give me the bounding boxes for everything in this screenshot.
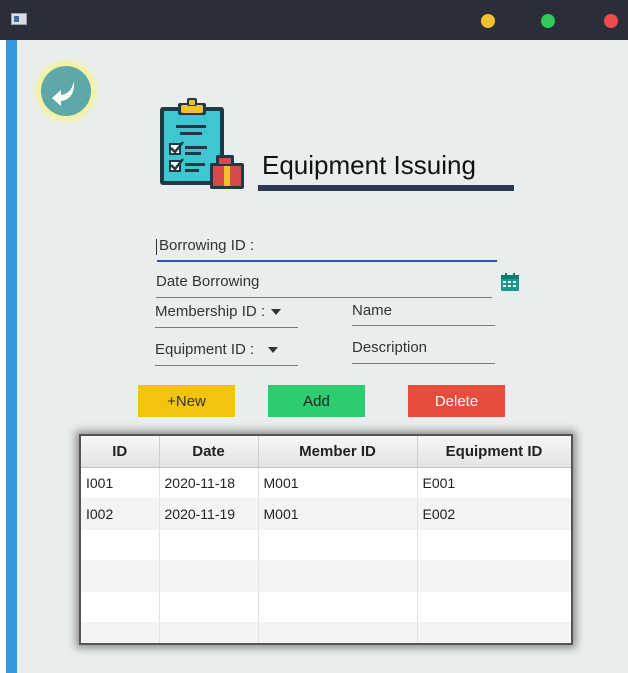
cell-date <box>159 591 259 623</box>
name-underline <box>352 325 495 326</box>
cell-date <box>159 622 259 643</box>
dropdown-arrow-icon <box>271 309 282 316</box>
name-field[interactable]: Name <box>352 302 495 328</box>
cell-id <box>81 529 160 561</box>
table-row[interactable] <box>81 529 571 561</box>
cell-date: 2020-11-19 <box>159 498 259 530</box>
borrowing-id-underline <box>157 260 497 262</box>
back-button[interactable] <box>41 66 91 116</box>
date-borrowing-field[interactable]: Date Borrowing <box>156 273 492 299</box>
cell-member-id: M001 <box>258 467 418 499</box>
column-header-member-id[interactable]: Member ID <box>258 436 418 468</box>
description-field[interactable]: Description <box>352 339 495 365</box>
table-row[interactable] <box>81 560 571 592</box>
date-borrowing-label: Date Borrowing <box>156 273 260 290</box>
title-bar <box>0 0 628 40</box>
close-button[interactable] <box>604 14 618 28</box>
membership-id-select[interactable]: Membership ID : <box>155 303 298 329</box>
issuing-table[interactable]: ID Date Member ID Equipment ID I001 2020… <box>79 434 573 645</box>
column-header-id[interactable]: ID <box>81 436 160 468</box>
cell-equipment-id: E001 <box>417 467 571 499</box>
text-caret <box>156 239 157 255</box>
column-header-equipment-id[interactable]: Equipment ID <box>417 436 571 468</box>
membership-id-underline <box>155 327 298 328</box>
side-accent-strip <box>6 40 17 673</box>
equipment-id-select[interactable]: Equipment ID : <box>155 341 298 367</box>
borrowing-id-label: Borrowing ID : <box>159 237 255 254</box>
borrowing-id-field[interactable]: Borrowing ID : <box>156 237 497 263</box>
column-header-date[interactable]: Date <box>159 436 259 468</box>
cell-id <box>81 622 160 643</box>
app-icon <box>11 13 27 25</box>
date-borrowing-underline <box>156 297 492 298</box>
cell-date: 2020-11-18 <box>159 467 259 499</box>
title-underline <box>258 185 514 191</box>
minimize-button[interactable] <box>481 14 495 28</box>
cell-member-id: M001 <box>258 498 418 530</box>
cell-id <box>81 560 160 592</box>
cell-member-id <box>258 591 418 623</box>
delete-button[interactable]: Delete <box>408 385 505 417</box>
page-title: Equipment Issuing <box>262 150 476 180</box>
table-row[interactable]: I002 2020-11-19 M001 E002 <box>81 498 571 530</box>
equipment-id-underline <box>155 365 298 366</box>
name-label: Name <box>352 302 393 319</box>
cell-member-id <box>258 560 418 592</box>
equipment-id-label: Equipment ID : <box>155 341 255 358</box>
table-row[interactable] <box>81 622 571 643</box>
cell-date <box>159 560 259 592</box>
cell-equipment-id <box>417 591 571 623</box>
description-underline <box>352 363 495 364</box>
cell-member-id <box>258 622 418 643</box>
table-row[interactable]: I001 2020-11-18 M001 E001 <box>81 467 571 499</box>
cell-date <box>159 529 259 561</box>
cell-equipment-id <box>417 622 571 643</box>
dropdown-arrow-icon <box>268 347 279 354</box>
calendar-icon[interactable] <box>500 272 520 292</box>
description-label: Description <box>352 339 428 356</box>
clipboard-logo-icon <box>160 98 244 189</box>
back-arrow-icon <box>52 81 75 106</box>
maximize-button[interactable] <box>541 14 555 28</box>
table-row[interactable] <box>81 591 571 623</box>
cell-id: I001 <box>81 467 160 499</box>
cell-equipment-id <box>417 529 571 561</box>
cell-equipment-id <box>417 560 571 592</box>
table-header-row: ID Date Member ID Equipment ID <box>81 436 571 468</box>
cell-equipment-id: E002 <box>417 498 571 530</box>
new-button[interactable]: +New <box>138 385 235 417</box>
cell-member-id <box>258 529 418 561</box>
cell-id: I002 <box>81 498 160 530</box>
cell-id <box>81 591 160 623</box>
membership-id-label: Membership ID : <box>155 303 266 320</box>
add-button[interactable]: Add <box>268 385 365 417</box>
